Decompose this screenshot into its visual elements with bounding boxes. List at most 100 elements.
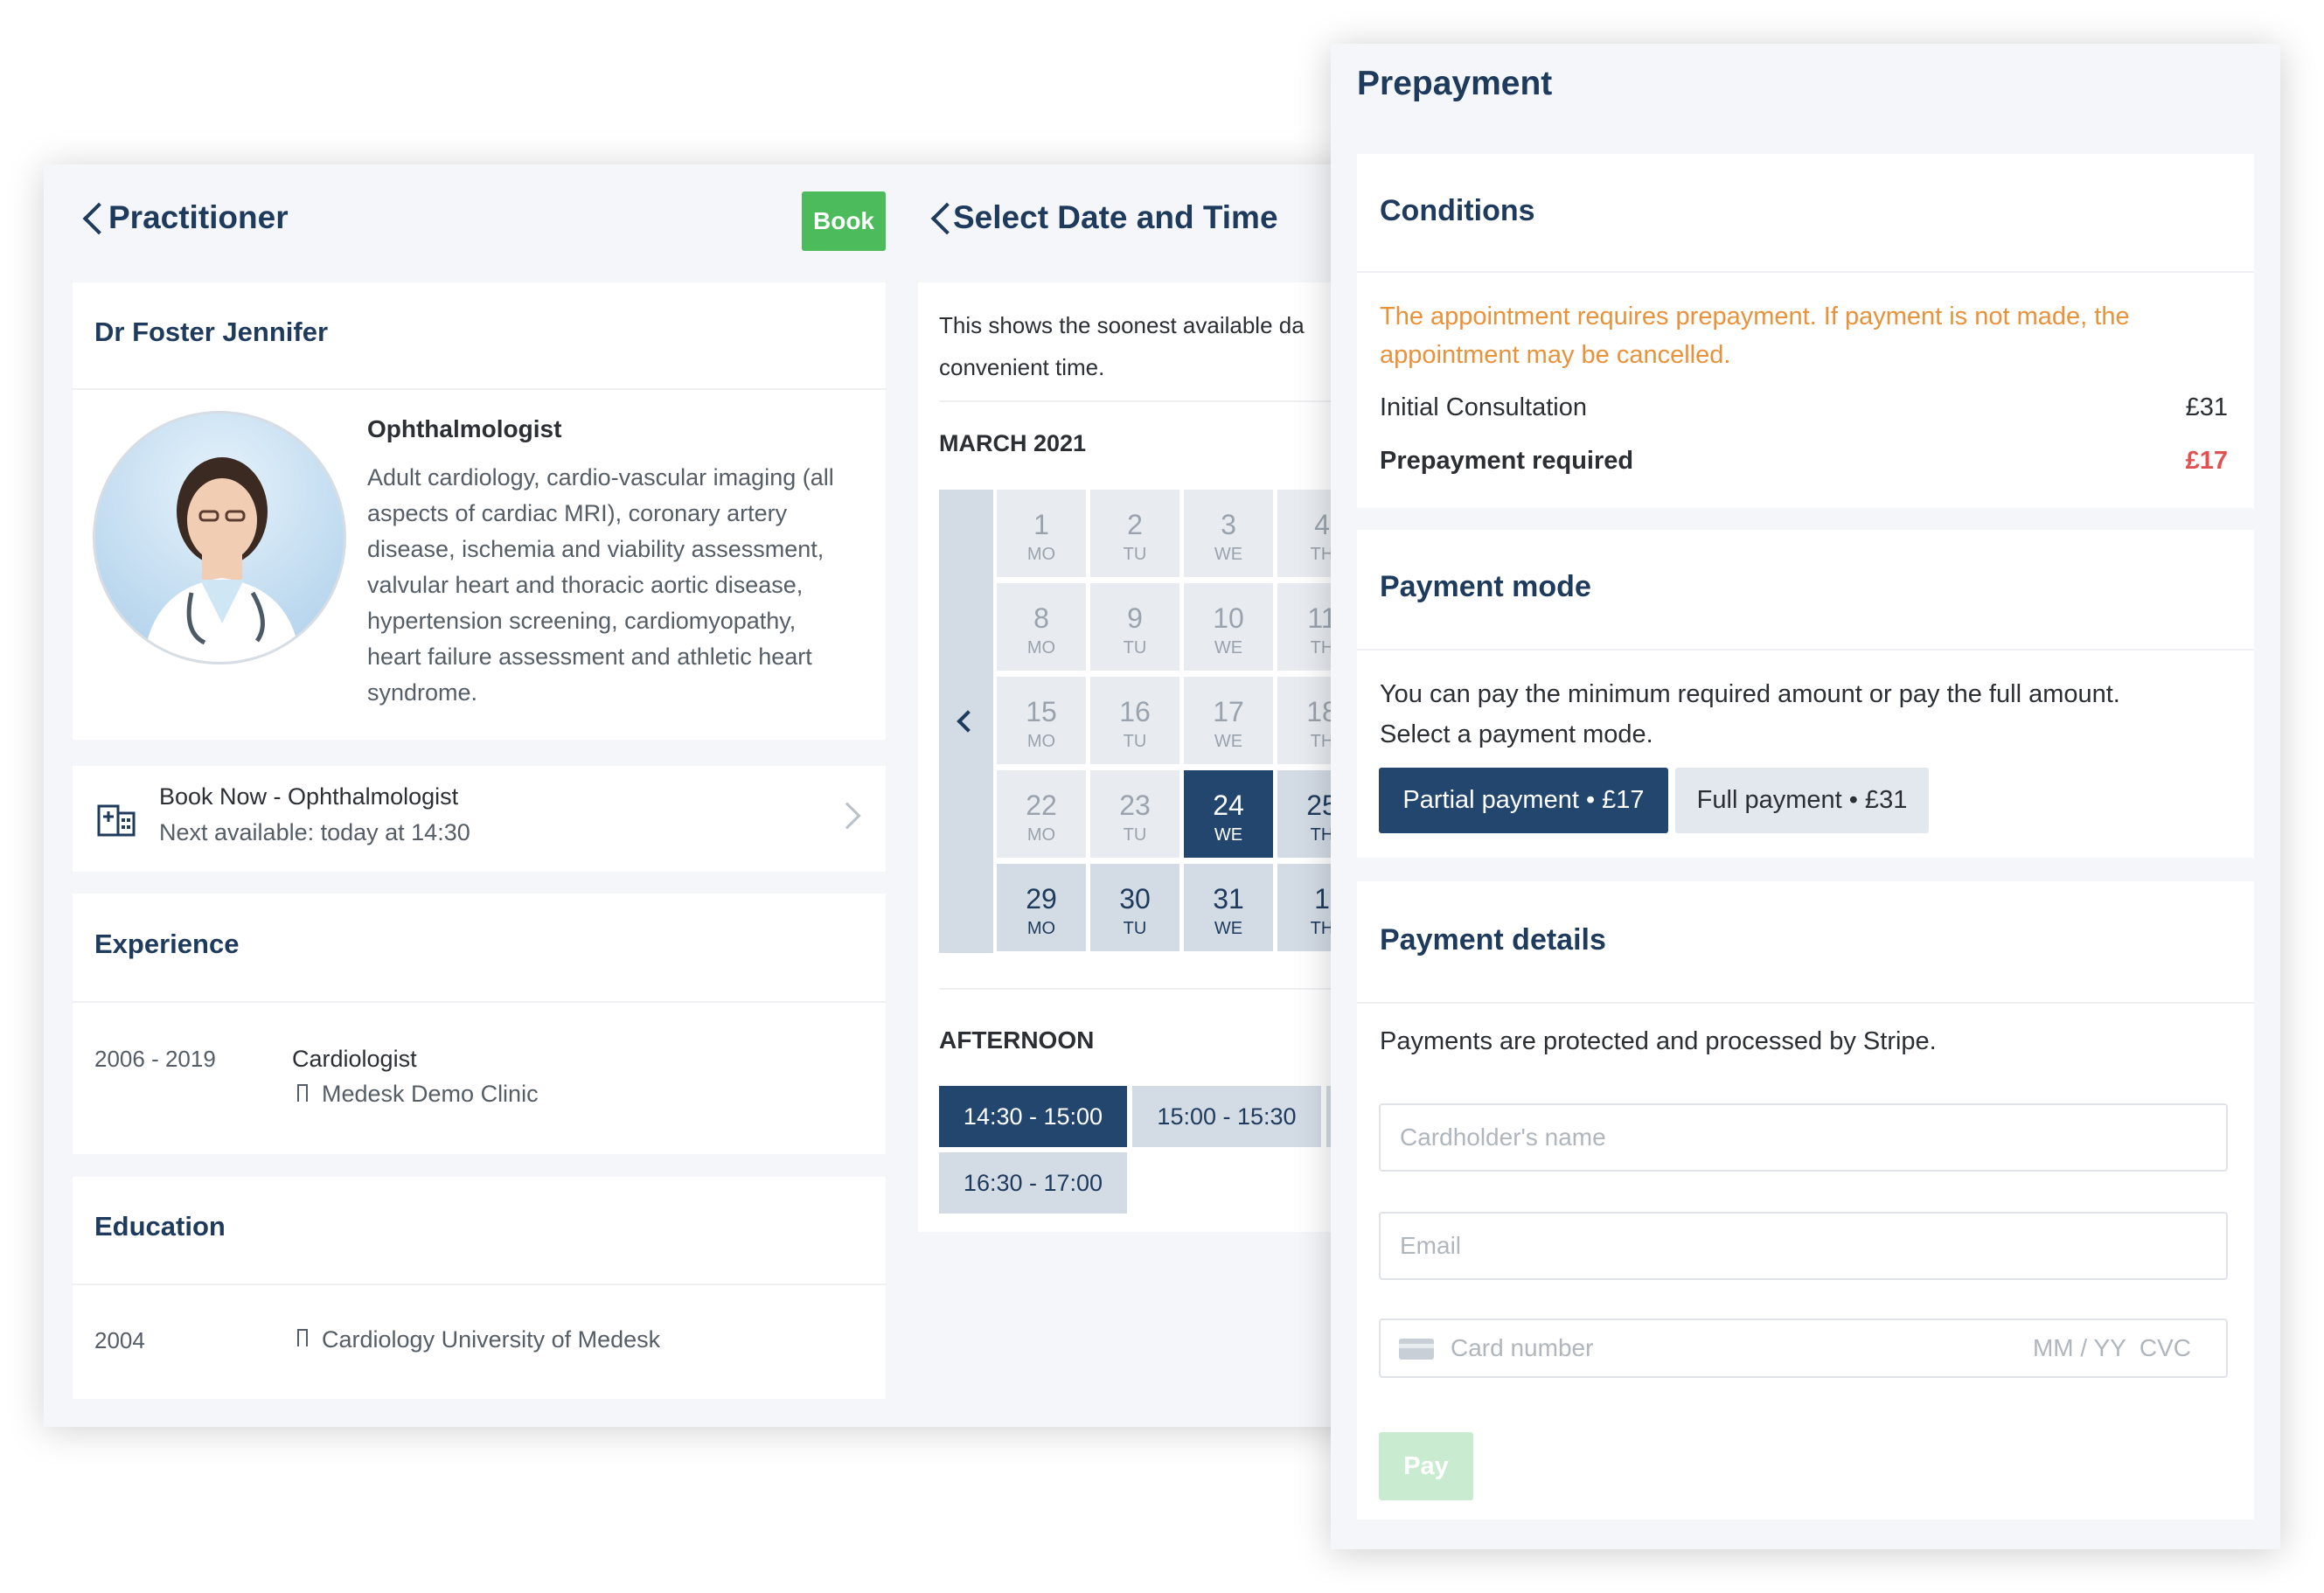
calendar-day-number: 2 [1127,509,1143,540]
time-slot[interactable]: 16:30 - 17:00 [939,1152,1127,1214]
clinic-building-icon [96,797,136,842]
calendar-day-number: 23 [1119,790,1151,821]
prepayment-required-price: £17 [2185,447,2228,475]
calendar-day-number: 10 [1213,602,1244,634]
calendar-month: MARCH 2021 [939,430,1087,456]
calendar-day-weekday: WE [1214,545,1243,564]
calendar-day-number: 11 [1307,602,1331,634]
calendar-day: 8 MO [997,583,1086,671]
calendar-day-number: 31 [1213,883,1244,915]
divider [1357,1002,2254,1004]
datetime-intro: This shows the soonest available da conv… [939,304,1331,388]
education-year: 2004 [94,1327,145,1353]
calendar-day-number: 24 [1213,790,1244,821]
calendar-day-weekday: TH [1310,919,1331,938]
calendar-day-number: 18 [1306,696,1331,727]
payment-details-text: Payments are protected and processed by … [1380,1027,1937,1055]
calendar-day-number: 4 [1314,509,1330,540]
calendar-day: 2 TU [1090,490,1179,577]
divider [939,400,1331,402]
calendar-day-number: 16 [1119,696,1151,727]
calendar-prev-button[interactable] [939,490,993,953]
datetime-header-title: Select Date and Time [953,199,1278,235]
calendar-day-number: 25 [1306,790,1331,821]
partial-payment-button[interactable]: Partial payment • £17 [1379,768,1668,833]
afternoon-label: AFTERNOON [939,1026,1095,1054]
calendar-day[interactable]: 30 TU [1090,864,1179,951]
full-payment-button[interactable]: Full payment • £31 [1675,768,1929,833]
bookmark-icon [297,1084,308,1102]
divider [939,988,1331,990]
conditions-title: Conditions [1380,194,1535,227]
calendar-day: 3 WE [1184,490,1273,577]
cardholder-name-input[interactable]: Cardholder's name [1379,1103,2228,1172]
calendar-day-weekday: WE [1214,638,1243,657]
payment-details-card [1357,881,2254,1520]
calendar-day-weekday: TU [1123,825,1147,845]
calendar-day: 17 WE [1184,677,1273,764]
experience-role: Cardiologist [292,1046,417,1072]
description-line: valvular heart and thoracic aortic disea… [367,572,804,598]
description-line: disease, ischemia and viability assessme… [367,536,825,562]
calendar-day[interactable]: 1 TH [1277,864,1331,951]
calendar-day-number: 30 [1119,883,1151,915]
calendar-day-weekday: MO [1026,732,1056,751]
divider [73,1283,886,1285]
card-number-input[interactable]: Card number MM / YY CVC [1379,1318,2228,1378]
calendar-day-weekday: TU [1123,919,1147,938]
intro-line: This shows the soonest available da [939,312,1305,338]
calendar-day-weekday: TU [1123,732,1147,751]
practitioner-header-title: Practitioner [108,199,289,235]
book-now-title: Book Now - Ophthalmologist [159,783,459,810]
calendar-day-number: 29 [1026,883,1057,915]
description-line: hypertension screening, cardiomyopathy, [367,608,797,634]
calendar-day-weekday: TU [1123,638,1147,657]
service-price: £31 [2185,393,2228,421]
calendar-day: 18 TH [1277,677,1331,764]
prepayment-title: Prepayment [1357,65,1553,102]
divider [1357,271,2254,273]
practitioner-specialty: Ophthalmologist [367,415,562,442]
calendar-day: 11 TH [1277,583,1331,671]
calendar-day[interactable]: 29 MO [997,864,1086,951]
time-slots: 14:30 - 15:00 15:00 - 15:30 16:30 - 17:0… [939,1086,1331,1217]
calendar-day[interactable]: 24 WE [1184,770,1273,858]
calendar-day: 23 TU [1090,770,1179,858]
pay-button[interactable]: Pay [1379,1432,1473,1500]
book-now-next-available: Next available: today at 14:30 [159,819,470,845]
payment-details-title: Payment details [1380,923,1606,956]
calendar-day[interactable]: 31 WE [1184,864,1273,951]
payment-mode-title: Payment mode [1380,570,1591,603]
calendar-day: 22 MO [997,770,1086,858]
calendar-day: 1 MO [997,490,1086,577]
email-input[interactable]: Email [1379,1212,2228,1280]
calendar-day: 16 TU [1090,677,1179,764]
card-expiry-cvc-placeholder: MM / YY CVC [2032,1334,2191,1361]
description-line: aspects of cardiac MRI), coronary artery [367,500,788,526]
mode-line: Select a payment mode. [1380,720,1653,748]
prepayment-required-label: Prepayment required [1380,447,1634,475]
divider [73,388,886,390]
warning-line: The appointment requires prepayment. If … [1380,303,2130,330]
time-slot[interactable]: 14:30 - 15:00 [939,1086,1127,1147]
payment-mode-description: You can pay the minimum required amount … [1380,674,2120,755]
intro-line: convenient time. [939,354,1105,380]
time-slot[interactable]: 15:00 - 15:30 [1132,1086,1321,1147]
calendar-day-weekday: TU [1123,545,1147,564]
education-title: Education [94,1211,226,1242]
calendar-day-number: 1 [1033,509,1049,540]
calendar-day-number: 15 [1026,696,1057,727]
education-institution: Cardiology University of Medesk [322,1326,661,1353]
practitioner-name: Dr Foster Jennifer [94,317,329,347]
prepayment-warning: The appointment requires prepayment. If … [1380,297,2130,374]
calendar-day-weekday: WE [1214,732,1243,751]
calendar-day[interactable]: 25 TH [1277,770,1331,858]
experience-years: 2006 - 2019 [94,1046,216,1072]
mode-line: You can pay the minimum required amount … [1380,680,2120,708]
experience-title: Experience [94,929,240,959]
card-number-placeholder: Card number [1451,1334,1594,1361]
book-button[interactable]: Book [802,191,886,251]
divider [1357,649,2254,650]
calendar-day: 10 WE [1184,583,1273,671]
description-line: syndrome. [367,679,478,706]
